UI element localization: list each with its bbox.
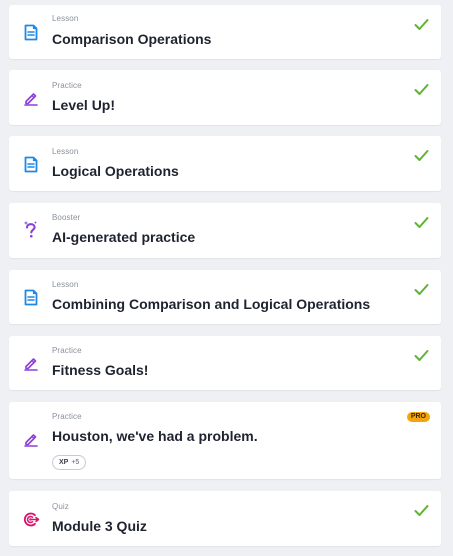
item-title: Logical Operations <box>52 163 179 179</box>
pro-badge: PRO <box>406 412 430 422</box>
check-icon <box>414 217 429 228</box>
list-item-comparison-operations[interactable]: Lesson Comparison Operations <box>9 5 441 59</box>
pencil-icon <box>22 354 40 372</box>
item-type-label: Practice <box>52 412 82 421</box>
list-item-houston-problem[interactable]: Practice Houston, we've had a problem. P… <box>9 402 441 479</box>
target-icon <box>22 510 40 528</box>
item-type-label: Quiz <box>52 502 69 511</box>
check-icon <box>414 284 429 295</box>
check-icon <box>414 505 429 516</box>
item-title: Comparison Operations <box>52 31 212 47</box>
check-icon <box>414 84 429 95</box>
question-sparkle-icon <box>22 221 40 239</box>
item-type-label: Lesson <box>52 280 79 289</box>
check-icon <box>414 19 429 30</box>
check-icon <box>414 150 429 161</box>
lesson-list: Lesson Comparison Operations Practice Le… <box>0 0 453 556</box>
document-icon <box>22 155 40 173</box>
list-item-level-up[interactable]: Practice Level Up! <box>9 70 441 125</box>
item-type-label: Practice <box>52 346 82 355</box>
pencil-icon <box>22 89 40 107</box>
item-title: Module 3 Quiz <box>52 518 147 534</box>
document-icon <box>22 23 40 41</box>
item-type-label: Lesson <box>52 147 79 156</box>
item-type-label: Booster <box>52 213 81 222</box>
item-title: AI-generated practice <box>52 229 196 245</box>
xp-reward-chip: XP +5 <box>52 455 87 470</box>
item-type-label: Practice <box>52 81 82 90</box>
item-title: Level Up! <box>52 97 116 113</box>
list-item-module-3-quiz[interactable]: Quiz Module 3 Quiz <box>9 491 441 546</box>
list-item-logical-operations[interactable]: Lesson Logical Operations <box>9 136 441 191</box>
item-type-label: Lesson <box>52 14 79 23</box>
xp-label: XP <box>59 459 69 466</box>
item-title: Fitness Goals! <box>52 362 149 378</box>
document-icon <box>22 288 40 306</box>
check-icon <box>414 350 429 361</box>
item-title: Houston, we've had a problem. <box>52 428 258 444</box>
item-title: Combining Comparison and Logical Operati… <box>52 296 371 312</box>
pencil-icon <box>22 430 40 448</box>
list-item-combining-comparison-and-logical-operations[interactable]: Lesson Combining Comparison and Logical … <box>9 270 441 324</box>
list-item-ai-generated-practice[interactable]: Booster AI-generated practice <box>9 203 441 258</box>
xp-value: +5 <box>71 459 80 466</box>
list-item-fitness-goals[interactable]: Practice Fitness Goals! <box>9 336 441 390</box>
